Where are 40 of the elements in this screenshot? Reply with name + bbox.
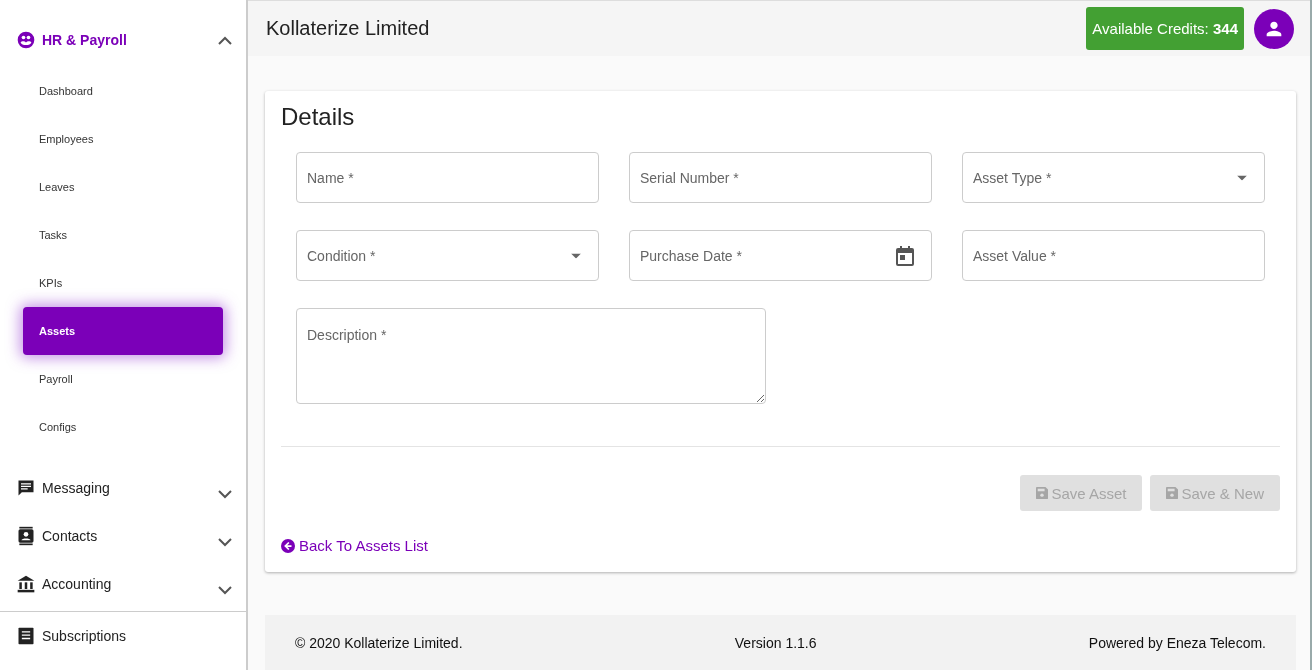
menu-group[interactable]: Contacts — [0, 512, 246, 560]
copyright-text: © 2020 Kollaterize Limited. — [295, 634, 463, 651]
powered-by-text: Powered by Eneza Telecom. — [1088, 634, 1266, 651]
submenu-item[interactable]: Payroll — [23, 355, 223, 403]
company-title: Kollaterize Limited — [266, 17, 430, 40]
dropdown-arrow-icon — [571, 253, 581, 258]
calendar-icon — [896, 245, 914, 266]
chevron-down-icon — [218, 537, 232, 547]
contact-card-icon — [16, 526, 36, 546]
submenu-item[interactable]: Tasks — [23, 211, 223, 259]
chevron-down-icon — [218, 489, 232, 499]
chevron-up-icon — [218, 35, 232, 45]
select-field[interactable]: Condition * — [296, 230, 599, 281]
chat-icon — [16, 478, 36, 498]
date-field[interactable]: Purchase Date * — [629, 230, 932, 281]
form-title: Details — [281, 103, 355, 131]
chevron-down-icon — [218, 585, 232, 595]
menu-group[interactable]: HR & Payroll — [0, 22, 246, 58]
menu-group[interactable]: Accounting — [0, 560, 246, 608]
menu-group[interactable]: Messaging — [0, 464, 246, 512]
submenu-item[interactable]: Dashboard — [23, 67, 223, 115]
arrow-left-circle-icon — [281, 538, 295, 553]
text-field[interactable]: Asset Value * — [962, 230, 1265, 281]
description-field[interactable]: Description * — [296, 308, 766, 404]
bank-icon — [16, 574, 36, 594]
text-field[interactable]: Serial Number * — [629, 152, 932, 203]
dropdown-arrow-icon — [1237, 175, 1247, 180]
submenu-item[interactable]: Leaves — [23, 163, 223, 211]
menu-item[interactable]: Subscriptions — [0, 612, 246, 660]
submenu-item[interactable]: Configs — [23, 403, 223, 451]
submenu-item[interactable]: KPIs — [23, 259, 223, 307]
select-field[interactable]: Asset Type * — [962, 152, 1265, 203]
list-icon — [16, 626, 36, 646]
people-icon — [16, 30, 36, 50]
version-text: Version 1.1.6 — [734, 634, 817, 651]
text-field[interactable]: Name * — [296, 152, 599, 203]
submenu-item[interactable]: Assets — [23, 307, 223, 355]
user-avatar[interactable] — [1254, 8, 1294, 49]
submenu-item[interactable]: Employees — [23, 115, 223, 163]
back-link[interactable]: Back To Assets List — [281, 537, 428, 554]
